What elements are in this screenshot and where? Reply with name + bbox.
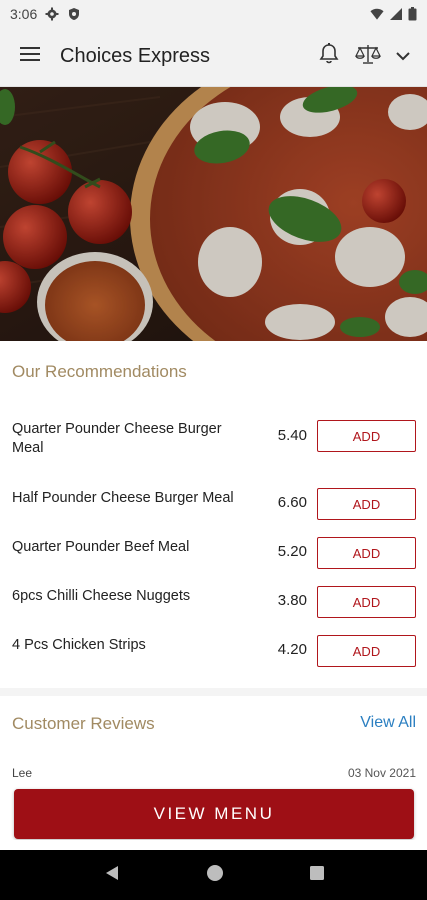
hero-banner-image xyxy=(0,87,427,341)
item-price: 5.40 xyxy=(277,427,307,444)
item-name: 4 Pcs Chicken Strips xyxy=(12,637,146,653)
app-title: Choices Express xyxy=(60,45,211,67)
hamburger-menu-icon xyxy=(20,46,40,67)
item-name: Quarter Pounder Beef Meal xyxy=(12,539,190,555)
item-name: 6pcs Chilli Cheese Nuggets xyxy=(12,588,191,604)
add-button[interactable]: ADD xyxy=(317,635,416,667)
chevron-down-icon xyxy=(396,48,410,66)
recents-icon xyxy=(309,865,325,885)
item-price: 5.20 xyxy=(277,543,307,560)
list-item: 4 Pcs Chicken Strips 4.20 ADD xyxy=(0,635,427,667)
reviews-title: Customer Reviews xyxy=(12,714,155,733)
status-bar: 3:06 xyxy=(0,0,427,27)
item-price: 6.60 xyxy=(277,494,307,511)
review-date: 03 Nov 2021 xyxy=(347,766,416,780)
list-item: Quarter Pounder Cheese Burger Meal 5.40 … xyxy=(0,420,427,458)
allergen-scale-button[interactable] xyxy=(353,43,383,71)
shield-icon xyxy=(67,7,81,21)
battery-icon xyxy=(408,6,417,21)
add-button[interactable]: ADD xyxy=(317,586,416,618)
system-nav-bar xyxy=(0,850,427,900)
home-button[interactable] xyxy=(206,864,224,887)
item-price: 3.80 xyxy=(277,592,307,609)
list-item: Half Pounder Cheese Burger Meal 6.60 ADD xyxy=(0,488,427,520)
list-item: Quarter Pounder Beef Meal 5.20 ADD xyxy=(0,537,427,569)
section-divider xyxy=(0,688,427,696)
bottom-spacer xyxy=(0,840,427,850)
recommendations-title: Our Recommendations xyxy=(12,362,187,381)
view-menu-button[interactable]: VIEW MENU xyxy=(14,789,414,839)
add-button[interactable]: ADD xyxy=(317,420,416,452)
list-item: 6pcs Chilli Cheese Nuggets 3.80 ADD xyxy=(0,586,427,618)
add-button[interactable]: ADD xyxy=(317,537,416,569)
item-price: 4.20 xyxy=(277,641,307,658)
hamburger-menu-button[interactable] xyxy=(0,27,60,87)
app-bar: Choices Express xyxy=(0,27,427,87)
recents-button[interactable] xyxy=(309,865,325,886)
view-all-link[interactable]: View All xyxy=(360,714,416,732)
back-button[interactable] xyxy=(103,864,121,887)
wifi-icon xyxy=(370,7,384,21)
home-icon xyxy=(206,864,224,886)
add-button[interactable]: ADD xyxy=(317,488,416,520)
status-time: 3:06 xyxy=(10,5,38,22)
item-name: Half Pounder Cheese Burger Meal xyxy=(12,490,234,506)
bell-icon xyxy=(319,43,339,70)
account-dropdown-button[interactable] xyxy=(393,43,413,71)
item-name: Quarter Pounder Cheese Burger Meal xyxy=(12,421,222,456)
scale-icon xyxy=(355,43,381,70)
signal-icon xyxy=(389,7,403,21)
back-icon xyxy=(103,865,121,886)
reviewer-name: Lee xyxy=(12,766,33,780)
gear-icon xyxy=(45,7,59,21)
notifications-button[interactable] xyxy=(315,43,343,71)
